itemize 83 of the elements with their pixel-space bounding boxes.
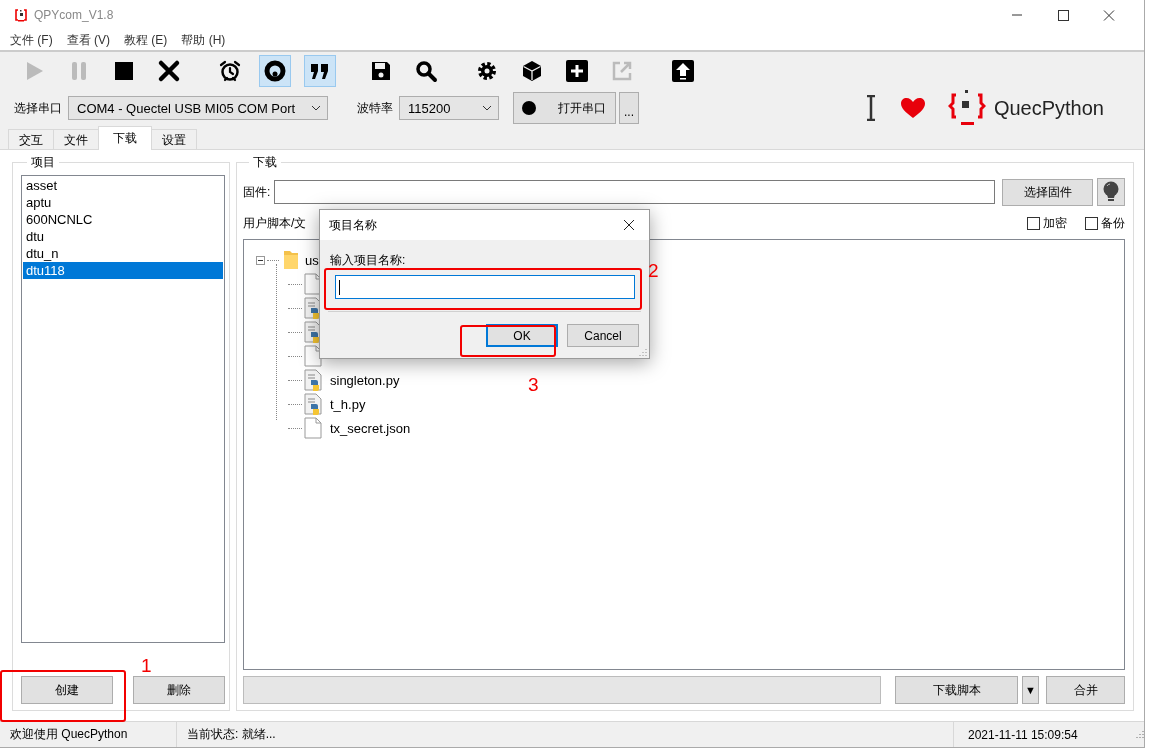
tree-file-label[interactable]: tx_secret.json bbox=[330, 420, 411, 436]
project-item[interactable]: asset bbox=[23, 177, 223, 194]
project-item[interactable]: dtu_n bbox=[23, 245, 223, 262]
record-icon bbox=[522, 101, 536, 115]
menu-item[interactable]: 帮助 (H) bbox=[181, 31, 226, 49]
checkbox-label: 加密 bbox=[1043, 214, 1067, 232]
close-icon bbox=[1103, 9, 1115, 21]
open-port-button[interactable]: 打开串口 bbox=[513, 92, 616, 124]
project-button[interactable]: 删除 bbox=[133, 676, 225, 704]
project-item[interactable]: aptu bbox=[23, 194, 223, 211]
upload-icon bbox=[671, 59, 695, 83]
dropdown-value: COM4 - Quectel USB MI05 COM Port bbox=[77, 100, 296, 116]
search-icon bbox=[414, 59, 438, 83]
choose-firmware-button[interactable]: 选择固件 bbox=[1002, 178, 1093, 206]
status-text: 欢迎使用 QuecPython bbox=[0, 722, 177, 747]
save-icon bbox=[369, 59, 393, 83]
cube-icon bbox=[520, 59, 544, 83]
project-item[interactable]: dtu118 bbox=[23, 262, 223, 279]
baud-dropdown[interactable]: 115200 bbox=[399, 96, 499, 120]
toolbar-button[interactable] bbox=[259, 55, 291, 87]
field-label: 固件: bbox=[243, 183, 271, 201]
port-dropdown[interactable]: COM4 - Quectel USB MI05 COM Port bbox=[68, 96, 328, 120]
toolbar-button[interactable] bbox=[304, 55, 336, 87]
stop-icon bbox=[112, 59, 136, 83]
more-button[interactable]: ... bbox=[619, 92, 639, 124]
resize-grip-icon bbox=[639, 348, 647, 356]
light-bulb-icon bbox=[1102, 181, 1120, 203]
bulb-button[interactable] bbox=[1097, 178, 1125, 206]
checkbox[interactable] bbox=[1085, 216, 1098, 230]
chevron-down-icon bbox=[311, 105, 321, 111]
brand-name: QuecPython bbox=[993, 96, 1104, 120]
alarm-clock-icon bbox=[218, 59, 242, 83]
step-number: 1 bbox=[141, 656, 152, 675]
settings-icon bbox=[475, 59, 499, 83]
tree-file-label[interactable]: t_h.py bbox=[330, 396, 366, 412]
close-icon bbox=[623, 219, 635, 231]
firmware-field[interactable] bbox=[274, 180, 995, 204]
field-label: 选择串口 bbox=[14, 99, 62, 117]
export-icon bbox=[610, 59, 634, 83]
tree-file-label[interactable]: singleton.py bbox=[330, 372, 400, 388]
project-item[interactable]: 600NCNLC bbox=[23, 211, 223, 228]
resize-grip-icon bbox=[1134, 729, 1144, 740]
step-number: 2 bbox=[648, 261, 659, 280]
menu-item[interactable]: 教程 (E) bbox=[124, 31, 168, 49]
text-cursor-icon bbox=[865, 95, 876, 121]
chevron-down-icon bbox=[482, 105, 492, 111]
tab[interactable]: 下载 bbox=[98, 126, 152, 150]
python-file-icon bbox=[304, 393, 322, 415]
close-icon bbox=[157, 59, 181, 83]
project-item[interactable]: dtu bbox=[23, 228, 223, 245]
dialog-button[interactable]: Cancel bbox=[567, 324, 639, 347]
collapse-icon[interactable] bbox=[256, 255, 265, 265]
download-script-button[interactable]: 下载脚本 bbox=[895, 676, 1018, 704]
folder-icon bbox=[283, 250, 299, 270]
add-icon bbox=[565, 59, 589, 83]
project-name-field[interactable] bbox=[335, 275, 635, 299]
field-label: 波特率 bbox=[357, 99, 393, 117]
python-file-icon bbox=[304, 369, 322, 391]
group-title: 项目 bbox=[30, 154, 56, 171]
ring-icon bbox=[263, 59, 287, 83]
merge-button[interactable]: 合并 bbox=[1046, 676, 1125, 704]
dialog-title: 项目名称 bbox=[329, 216, 377, 234]
dropdown-button[interactable]: ▼ bbox=[1022, 676, 1039, 704]
tree-folder-label[interactable]: us bbox=[305, 252, 319, 268]
heart-icon bbox=[899, 97, 926, 119]
maximize-icon bbox=[1057, 9, 1069, 21]
checkbox[interactable] bbox=[1027, 216, 1040, 230]
quecpython-logo-icon bbox=[947, 88, 986, 128]
status-text: 2021-11-11 15:09:54 bbox=[953, 722, 1134, 747]
field-label: 用户脚本/文 bbox=[243, 214, 307, 232]
prompt-text: 输入项目名称: bbox=[330, 252, 407, 269]
file-icon bbox=[304, 417, 322, 439]
checkbox-label: 备份 bbox=[1101, 214, 1125, 232]
menu-item[interactable]: 文件 (F) bbox=[10, 31, 53, 49]
status-text: 当前状态: 就绪... bbox=[186, 726, 277, 743]
group-title: 下载 bbox=[252, 154, 278, 171]
tab[interactable]: 交互 bbox=[8, 129, 54, 150]
step-number: 3 bbox=[528, 375, 539, 394]
window-title: QPYcom_V1.8 bbox=[34, 8, 114, 22]
dropdown-value: 115200 bbox=[408, 100, 451, 116]
app-logo-icon bbox=[14, 8, 28, 22]
project-button[interactable]: 创建 bbox=[21, 676, 113, 704]
menu-item[interactable]: 查看 (V) bbox=[66, 31, 110, 49]
